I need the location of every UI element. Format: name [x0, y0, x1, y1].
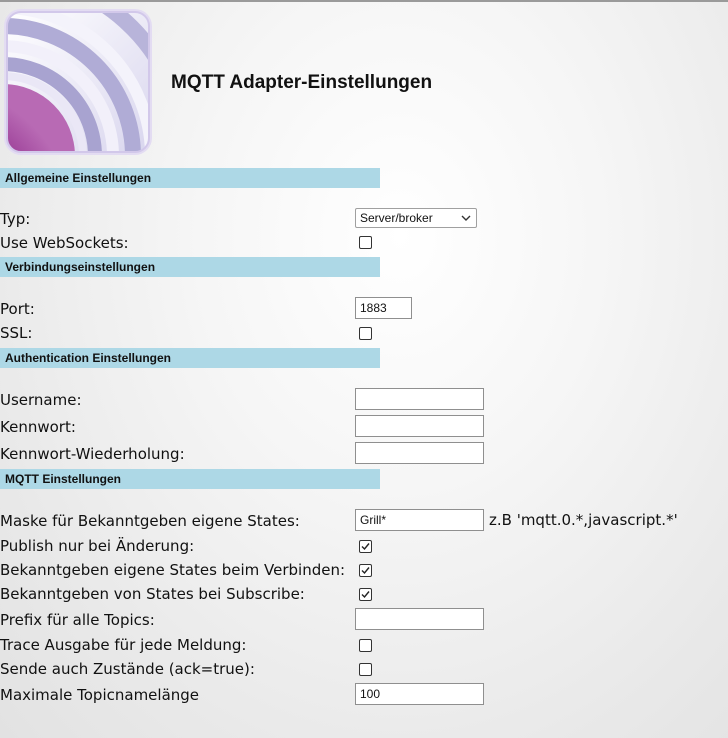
ssl-label: SSL: [0, 324, 33, 342]
type-select[interactable]: Server/broker [355, 208, 477, 228]
port-input[interactable]: 1883 [355, 297, 412, 319]
trace-checkbox[interactable] [359, 639, 372, 652]
prefix-input[interactable] [355, 608, 484, 630]
section-general-header: Allgemeine Einstellungen [0, 168, 380, 188]
publish-on-connect-checkbox[interactable] [359, 564, 372, 577]
websockets-label: Use WebSockets: [0, 234, 129, 252]
prefix-label: Prefix für alle Topics: [0, 611, 155, 629]
top-border [0, 0, 728, 2]
section-mqtt-header: MQTT Einstellungen [0, 469, 380, 489]
password-repeat-input[interactable] [355, 442, 484, 464]
type-select-value: Server/broker [360, 211, 433, 225]
max-topic-length-label: Maximale Topicnamelänge [0, 686, 200, 704]
checkmark-icon [361, 567, 370, 575]
checkmark-icon [361, 543, 370, 551]
send-ack-checkbox[interactable] [359, 663, 372, 676]
ssl-checkbox[interactable] [359, 327, 372, 340]
page-title: MQTT Adapter-Einstellungen [171, 72, 433, 93]
password-input[interactable] [355, 415, 484, 437]
publish-on-connect-label: Bekanntgeben eigene States beim Verbinde… [0, 561, 346, 579]
mqtt-logo-icon [3, 8, 153, 156]
chevron-down-icon [460, 209, 472, 227]
trace-label: Trace Ausgabe für jede Meldung: [0, 636, 247, 654]
mask-hint: z.B 'mqtt.0.*,javascript.*' [489, 511, 678, 529]
username-input[interactable] [355, 388, 484, 410]
port-label: Port: [0, 300, 35, 318]
websockets-checkbox[interactable] [359, 236, 372, 249]
section-auth-header: Authentication Einstellungen [0, 348, 380, 368]
publish-on-change-checkbox[interactable] [359, 540, 372, 553]
password-label: Kennwort: [0, 418, 76, 436]
password-repeat-label: Kennwort-Wiederholung: [0, 445, 185, 463]
checkmark-icon [361, 591, 370, 599]
type-label: Typ: [0, 210, 31, 228]
max-topic-length-input[interactable]: 100 [355, 683, 484, 705]
section-connection-header: Verbindungseinstellungen [0, 257, 380, 277]
publish-on-subscribe-checkbox[interactable] [359, 588, 372, 601]
publish-on-change-label: Publish nur bei Änderung: [0, 537, 195, 555]
mask-input[interactable]: Grill* [355, 509, 484, 531]
username-label: Username: [0, 391, 82, 409]
send-ack-label: Sende auch Zustände (ack=true): [0, 660, 255, 678]
publish-on-subscribe-label: Bekanntgeben von States bei Subscribe: [0, 585, 305, 603]
mask-label: Maske für Bekanntgeben eigene States: [0, 512, 300, 530]
